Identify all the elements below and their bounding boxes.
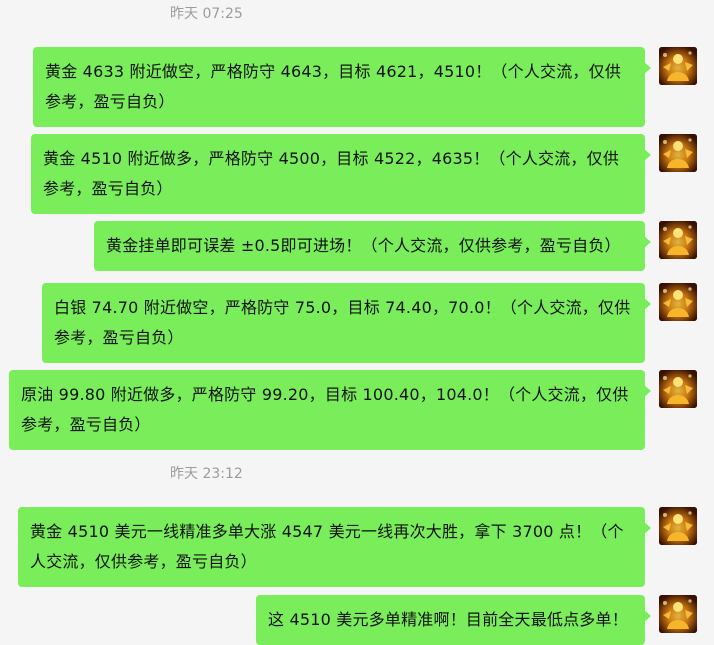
- message-bubble[interactable]: 白银 74.70 附近做空，严格防守 75.0，目标 74.40，70.0！（个…: [42, 283, 651, 363]
- avatar-icon[interactable]: [659, 507, 697, 545]
- avatar-icon[interactable]: [659, 134, 697, 172]
- avatar-icon[interactable]: [659, 47, 697, 85]
- message-bubble[interactable]: 黄金 4510 美元一线精准多单大涨 4547 美元一线再次大胜，拿下 3700…: [18, 507, 651, 587]
- message-bubble[interactable]: 黄金 4633 附近做空，严格防守 4643，目标 4621，4510！（个人交…: [33, 47, 651, 127]
- avatar-icon[interactable]: [659, 595, 697, 633]
- message-bubble[interactable]: 原油 99.80 附近做多，严格防守 99.20，目标 100.40，104.0…: [9, 370, 651, 450]
- timestamp: 昨天 07:25: [170, 6, 243, 22]
- avatar-icon[interactable]: [659, 221, 697, 259]
- message-bubble[interactable]: 黄金 4510 附近做多，严格防守 4500，目标 4522，4635！（个人交…: [31, 134, 651, 214]
- message-bubble[interactable]: 这 4510 美元多单精准啊！目前全天最低点多单！: [256, 595, 651, 645]
- timestamp: 昨天 23:12: [170, 466, 243, 482]
- avatar-icon[interactable]: [659, 283, 697, 321]
- avatar-icon[interactable]: [659, 370, 697, 408]
- message-bubble[interactable]: 黄金挂单即可误差 ±0.5即可进场！（个人交流，仅供参考，盈亏自负）: [94, 221, 651, 271]
